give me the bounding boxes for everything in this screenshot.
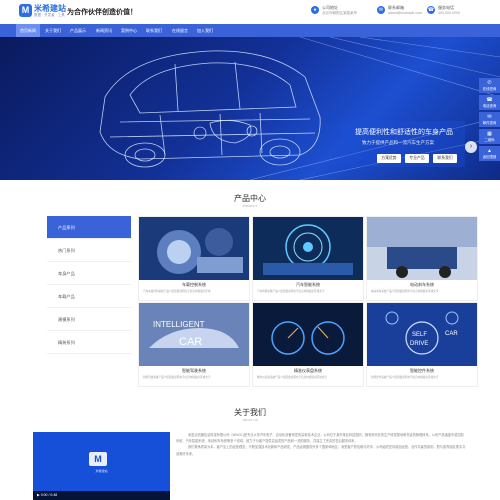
mail-icon: ✉ — [377, 6, 385, 14]
product-title[interactable]: 智能驾驶系统 — [139, 368, 249, 374]
mail-consult-label: 邮件咨询 — [482, 121, 497, 125]
phone-value[interactable]: 400-000-0000 — [438, 11, 460, 15]
product-title[interactable]: 电动刹车系统 — [367, 282, 477, 288]
category-item-body[interactable]: 车身产品 — [47, 262, 131, 285]
nav-item-about[interactable]: 关于我们 — [45, 24, 61, 37]
car-label: CAR — [445, 331, 458, 337]
products-section-subtitle: PRODUCT — [242, 204, 258, 208]
banner-title: 提高便利性和舒适性的车身产品 — [355, 129, 453, 136]
about-text: 米盈点机器信息科技有限公司（MINGL)是专业从事汽车电子、自动化设备研发的高新… — [176, 432, 466, 457]
product-description: 精准仪表盘系统产品介绍简要说明文字信息内容展示区域文字 — [257, 376, 328, 379]
phone-icon: ☎ — [486, 97, 493, 103]
arrow-up-icon: ▲ — [487, 148, 492, 154]
nav-item-join[interactable]: 加入我们 — [197, 24, 213, 37]
product-description: 汽车智能系统产品介绍简要说明文字信息内容展示区域文字 — [257, 290, 325, 293]
category-item-hot[interactable]: 热门系列 — [47, 239, 131, 262]
products-section-title: 产品中心 — [234, 194, 266, 203]
site-header: M 米希建站 数据 · 开发者 · 工具 为合作伙伴创造价值！ ● 公司地址 北… — [0, 0, 500, 24]
category-item-series[interactable]: 产品系列 — [47, 216, 131, 239]
online-consult-button[interactable]: ✆ 在线咨询 — [479, 78, 500, 93]
about-paragraph: 米盈点机器信息科技有限公司（MINGL)是专业从事汽车电子、自动化设备研发的高新… — [176, 433, 464, 444]
banner-button-products[interactable]: 专业产品 — [405, 154, 429, 163]
product-card[interactable]: INTELLIGENT CAR 智能驾驶系统 智能驾驶系统产品介绍简要说明文字信… — [138, 302, 250, 387]
product-title[interactable]: 车载控制系统 — [139, 282, 249, 288]
banner-subtitle: 致力于提供产品和一流汽车生产方案 — [362, 140, 434, 145]
video-time: 0:00 / 0:48 — [40, 493, 58, 497]
phone-consult-button[interactable]: ☎ 电话咨询 — [479, 95, 500, 110]
logo-subtitle: 数据 · 开发者 · 工具 — [34, 13, 65, 17]
nav-item-contact[interactable]: 联系我们 — [146, 24, 162, 37]
product-description: 汽车车载控制系统产品介绍简要说明文字信息内容展示区域 — [143, 290, 211, 293]
video-logo-icon: M — [89, 452, 107, 466]
mail-consult-button[interactable]: ✉ 邮件咨询 — [479, 112, 500, 127]
product-card[interactable]: SELF DRIVE CAR 智能控件系统 智能控件系统产品介绍简要说明文字信息… — [366, 302, 478, 387]
qrcode-label: 二维码 — [484, 138, 495, 142]
logo-icon[interactable]: M — [19, 4, 32, 17]
product-description: 智能控件系统产品介绍简要说明文字信息内容展示区域文字 — [371, 376, 439, 379]
product-category-sidebar: 产品系列 热门系列 车身产品 车载产品 建模系列 精装系列 — [47, 216, 131, 354]
back-to-top-button[interactable]: ▲ 返回顶部 — [479, 146, 500, 161]
phone-consult-label: 电话咨询 — [482, 104, 497, 108]
product-card[interactable]: 汽车智能系统 汽车智能系统产品介绍简要说明文字信息内容展示区域文字 — [252, 216, 364, 301]
play-icon[interactable]: ▶ — [37, 493, 40, 497]
intelligent-label: INTELLIGENT — [153, 320, 205, 329]
category-item-vehicle[interactable]: 车载产品 — [47, 285, 131, 308]
main-nav: 首页新闻 关于我们 产品展示 新闻资讯 案例中心 联系我们 在线留言 加入我们 — [0, 24, 500, 37]
category-item-premium[interactable]: 精装系列 — [47, 331, 131, 354]
nav-item-cases[interactable]: 案例中心 — [121, 24, 137, 37]
product-image-engine[interactable] — [139, 217, 249, 280]
company-video-player[interactable]: M 米希建站 ▶ 0:00 / 0:48 — [33, 432, 170, 500]
product-image-intelligent-car[interactable]: INTELLIGENT CAR — [139, 303, 249, 366]
side-float-toolbar: ✆ 在线咨询 ☎ 电话咨询 ✉ 邮件咨询 ▦ 二维码 ▲ 返回顶部 — [479, 78, 500, 163]
online-consult-label: 在线咨询 — [482, 87, 497, 91]
qrcode-icon: ▦ — [487, 131, 492, 137]
mail-icon: ✉ — [487, 114, 492, 120]
qrcode-button[interactable]: ▦ 二维码 — [479, 129, 500, 144]
product-title[interactable]: 汽车智能系统 — [253, 282, 363, 288]
nav-item-message[interactable]: 在线留言 — [172, 24, 188, 37]
banner-button-contact[interactable]: 联系我们 — [433, 154, 457, 163]
product-description: 智能驾驶系统产品介绍简要说明文字信息内容展示区域文字 — [143, 376, 211, 379]
slogan: 为合作伙伴创造价值！ — [67, 9, 137, 16]
product-title[interactable]: 精准仪表盘系统 — [253, 368, 363, 374]
about-section-title: 关于我们 — [234, 408, 266, 417]
product-image-brake[interactable] — [367, 217, 477, 280]
nav-item-products[interactable]: 产品展示 — [70, 24, 86, 37]
car-label: CAR — [179, 336, 202, 348]
about-paragraph: 我们秉承质量为本，客户至上的经营理念，不断加强技术创新和产品研发，产品远销国内外… — [176, 445, 466, 456]
video-controls[interactable]: ▶ 0:00 / 0:48 — [33, 491, 170, 500]
email-value[interactable]: admin@example.com — [388, 11, 422, 15]
product-image-dashboard[interactable] — [253, 303, 363, 366]
product-image-self-drive[interactable]: SELF DRIVE CAR — [367, 303, 477, 366]
hero-banner: 提高便利性和舒适性的车身产品 致力于提供产品和一流汽车生产方案 方案优势 专业产… — [0, 37, 500, 180]
phone-icon: ☎ — [427, 6, 435, 14]
product-title[interactable]: 智能控件系统 — [367, 368, 477, 374]
self-label: SELF — [412, 332, 427, 338]
about-section-subtitle: ABOUT US — [242, 418, 258, 422]
category-item-modeling[interactable]: 建模系列 — [47, 308, 131, 331]
address-value: 北京市朝阳区某路某号 — [322, 11, 357, 15]
product-card[interactable]: 电动刹车系统 电动刹车系统产品介绍简要说明文字信息内容展示区域文字 — [366, 216, 478, 301]
video-logo-name: 米希建站 — [95, 469, 108, 473]
drive-label: DRIVE — [410, 341, 428, 347]
back-to-top-label: 返回顶部 — [482, 155, 497, 159]
chat-icon: ✆ — [487, 80, 492, 86]
banner-next-arrow-icon[interactable]: › — [465, 141, 477, 153]
banner-button-advantage[interactable]: 方案优势 — [377, 154, 401, 163]
map-pin-icon: ● — [311, 6, 319, 14]
product-card[interactable]: 车载控制系统 汽车车载控制系统产品介绍简要说明文字信息内容展示区域 — [138, 216, 250, 301]
product-description: 电动刹车系统产品介绍简要说明文字信息内容展示区域文字 — [371, 290, 439, 293]
product-card[interactable]: 精准仪表盘系统 精准仪表盘系统产品介绍简要说明文字信息内容展示区域文字 — [252, 302, 364, 387]
product-image-smart-car[interactable] — [253, 217, 363, 280]
nav-item-home[interactable]: 首页新闻 — [16, 24, 40, 37]
nav-item-news[interactable]: 新闻资讯 — [96, 24, 112, 37]
